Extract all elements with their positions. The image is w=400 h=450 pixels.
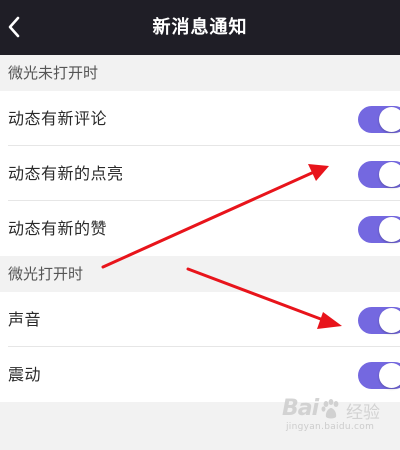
toggle-switch-new-like[interactable]	[358, 216, 400, 243]
setting-label: 动态有新的点亮	[8, 164, 124, 183]
toggle-knob	[379, 217, 400, 242]
setting-row-sound: 声音	[0, 292, 400, 347]
baidu-watermark: Bai 经验 jingyan.baidu.com	[282, 396, 394, 438]
watermark-text: 经验	[346, 403, 380, 423]
watermark-url: jingyan.baidu.com	[286, 422, 375, 432]
toggle-switch-new-comment[interactable]	[358, 106, 400, 133]
setting-label: 动态有新评论	[8, 109, 108, 128]
section-title: 微光未打开时	[8, 64, 99, 82]
toggle-knob	[379, 308, 400, 333]
toggle-switch-new-light[interactable]	[358, 161, 400, 188]
setting-row-new-light: 动态有新的点亮	[0, 146, 400, 201]
section-title: 微光打开时	[8, 265, 84, 283]
setting-label: 震动	[8, 365, 42, 384]
toggle-knob	[379, 162, 400, 187]
setting-label: 动态有新的赞	[8, 219, 108, 238]
toggle-knob	[379, 363, 400, 388]
watermark-logo: Bai	[282, 396, 319, 421]
setting-row-new-comment: 动态有新评论	[0, 91, 400, 146]
toggle-switch-vibrate[interactable]	[358, 362, 400, 389]
section-header-closed: 微光未打开时	[0, 55, 400, 91]
toggle-switch-sound[interactable]	[358, 307, 400, 334]
toggle-knob	[379, 107, 400, 132]
page-title: 新消息通知	[152, 17, 248, 38]
setting-row-vibrate: 震动	[0, 347, 400, 402]
setting-row-new-like: 动态有新的赞	[0, 201, 400, 256]
setting-label: 声音	[8, 310, 42, 329]
section-header-open: 微光打开时	[0, 256, 400, 292]
top-app-bar: 新消息通知	[0, 0, 400, 55]
baidu-paw-icon	[321, 399, 339, 419]
